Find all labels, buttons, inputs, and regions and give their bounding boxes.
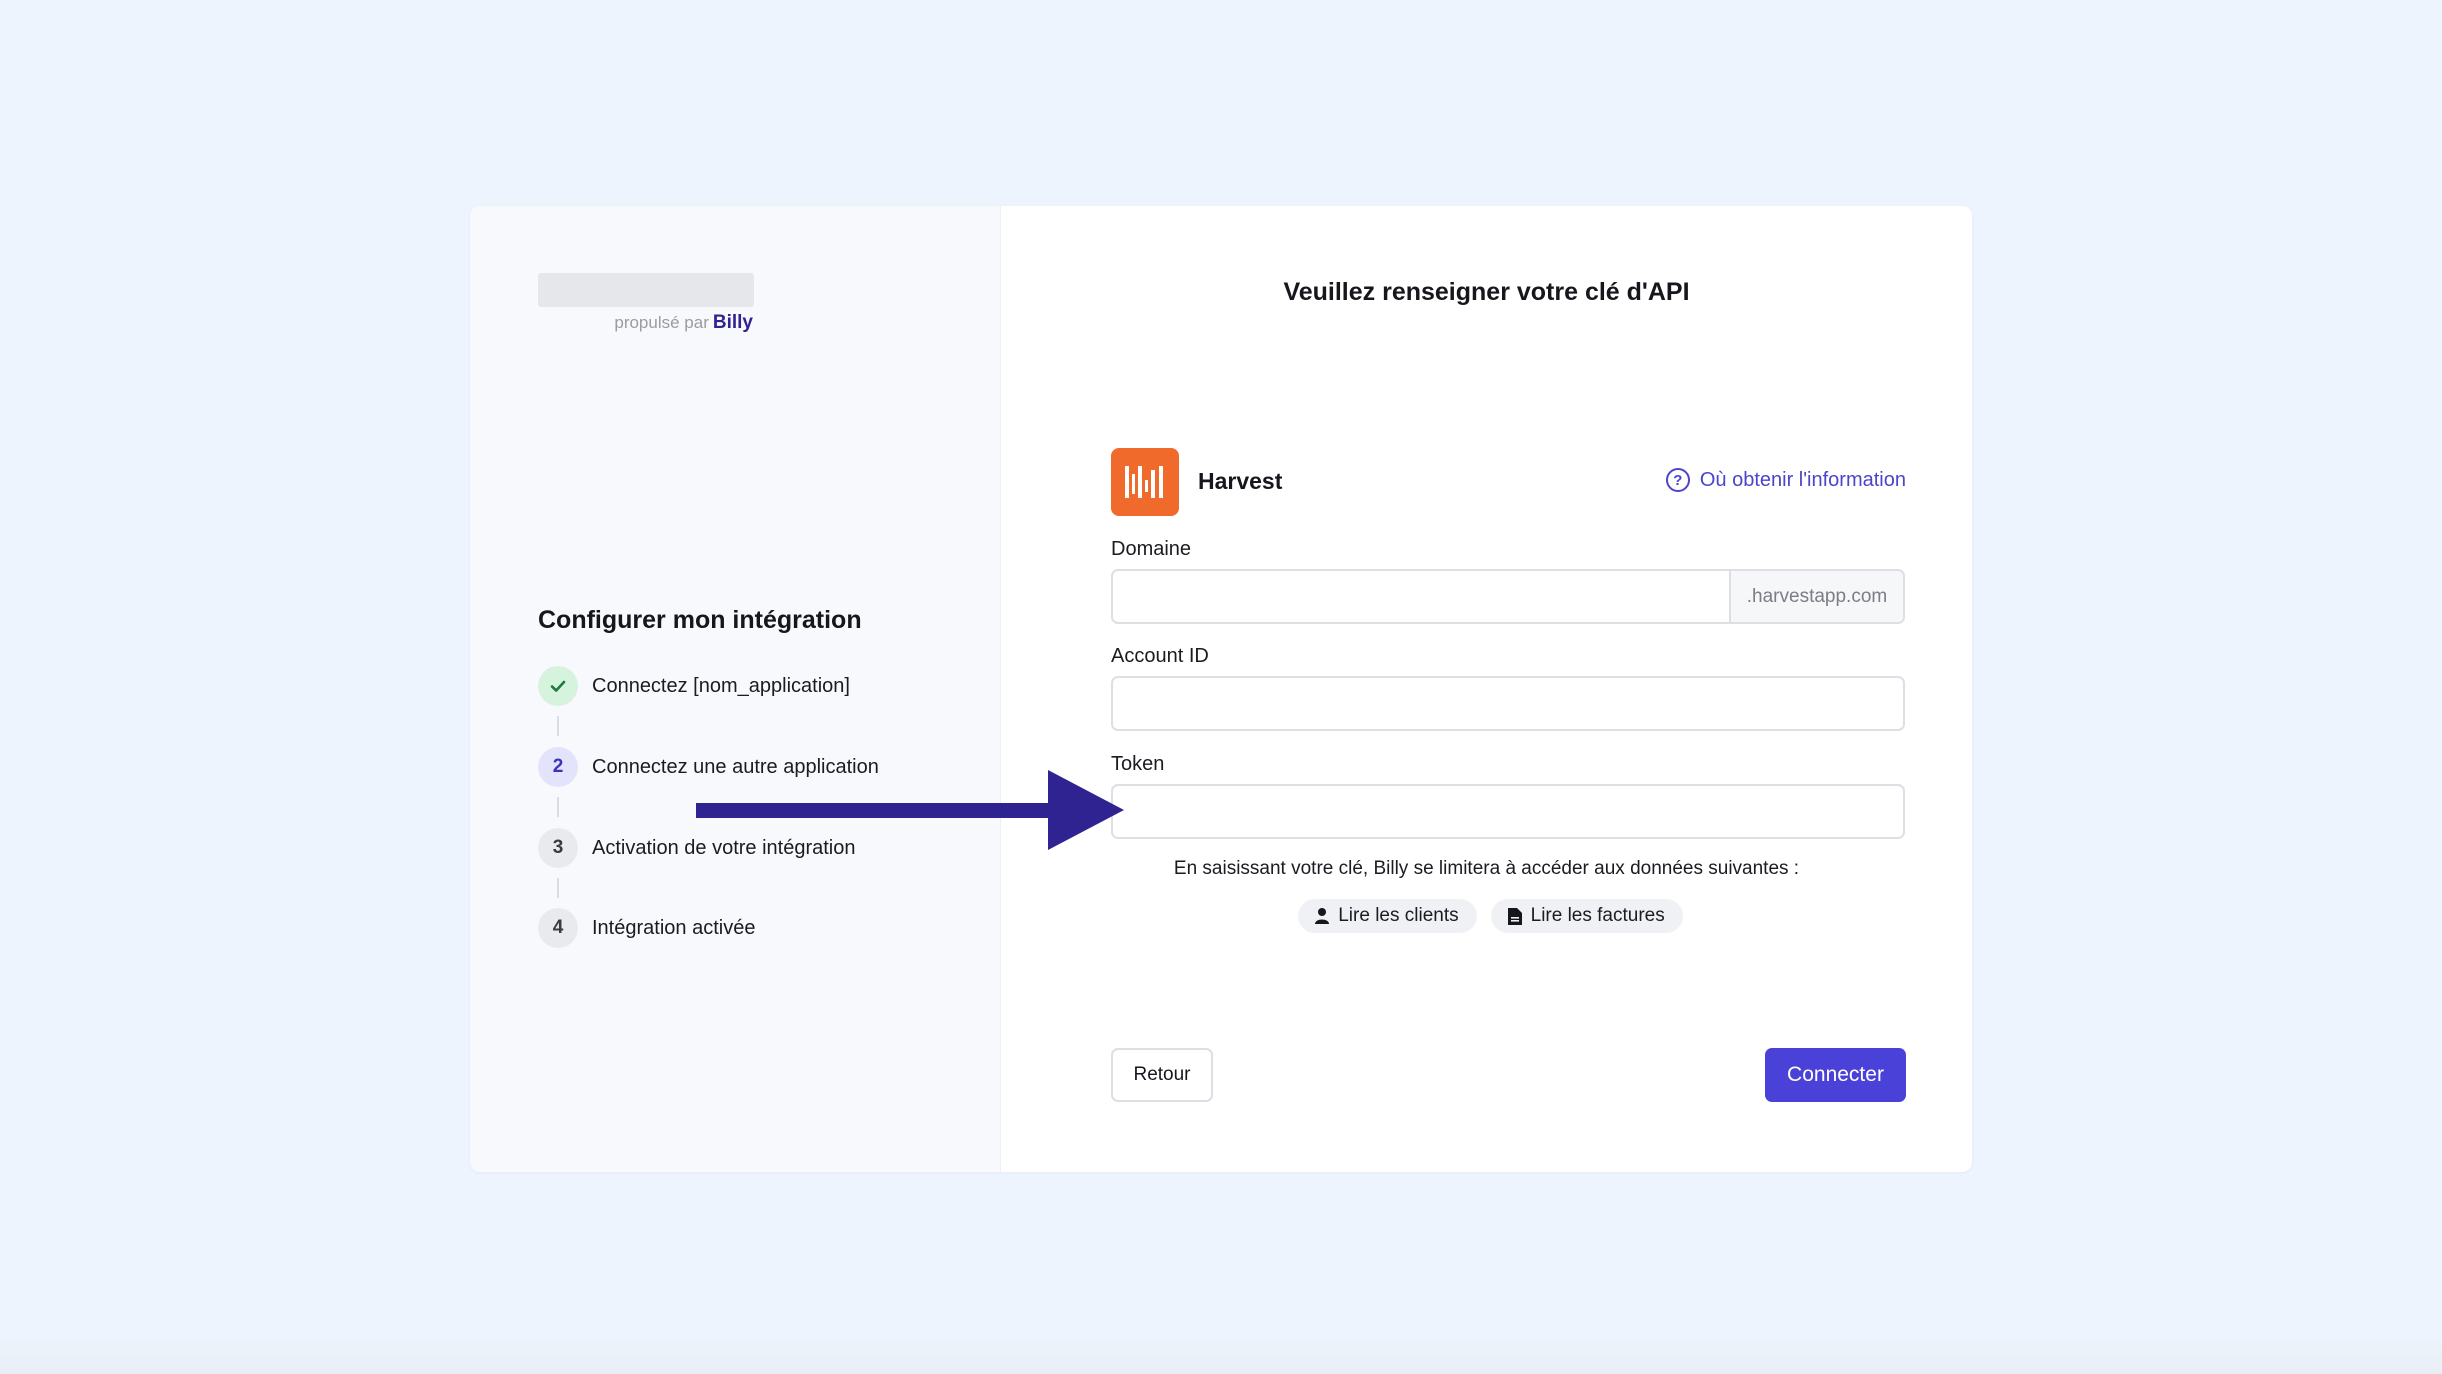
scope-label: Lire les clients (1338, 905, 1459, 926)
integration-card: propulsé par Billy Configurer mon intégra… (470, 206, 1972, 1172)
form-title: Veuillez renseigner votre clé d'API (1283, 278, 1690, 306)
powered-by: propulsé par Billy (614, 312, 753, 334)
steps-title: Configurer mon intégration (538, 606, 862, 634)
domain-suffix: .harvestapp.com (1729, 571, 1903, 622)
step-connector (557, 878, 559, 898)
step-connector (557, 716, 559, 736)
check-icon (538, 666, 578, 706)
step-number: 4 (538, 908, 578, 948)
scope-list: Lire les clients Lire les factures (1001, 899, 1972, 933)
step-4: 4 Intégration activée (538, 908, 755, 948)
scope-chip: Lire les factures (1490, 899, 1683, 933)
bottom-fade (0, 1334, 2442, 1374)
annotation-arrow-icon (696, 770, 1124, 850)
user-icon (1315, 908, 1330, 924)
powered-by-label: propulsé par (614, 313, 709, 332)
page: propulsé par Billy Configurer mon intégra… (0, 0, 2442, 1374)
form-panel: Veuillez renseigner votre clé d'API Harv… (1001, 206, 1972, 1172)
help-link-label: Où obtenir l'information (1699, 468, 1906, 491)
help-link[interactable]: ? Où obtenir l'information (1665, 468, 1906, 492)
steps-panel: propulsé par Billy Configurer mon intégra… (470, 206, 1001, 1172)
harvest-logo-icon (1111, 448, 1179, 516)
step-connector (557, 797, 559, 817)
step-label: Intégration activée (592, 916, 756, 939)
account-id-input[interactable] (1111, 676, 1905, 731)
partner-logo-placeholder (538, 273, 754, 307)
domain-label: Domaine (1111, 538, 1192, 560)
step-number: 3 (538, 828, 578, 868)
scope-chip: Lire les clients (1298, 899, 1477, 933)
step-number: 2 (538, 747, 578, 787)
token-input[interactable] (1111, 784, 1905, 839)
document-icon (1507, 907, 1522, 925)
step-1: Connectez [nom_application] (538, 666, 850, 706)
connect-button[interactable]: Connecter (1765, 1048, 1906, 1102)
scope-description: En saisissant votre clé, Billy se limite… (1173, 858, 1800, 879)
app-name: Harvest (1198, 468, 1283, 494)
domain-field: .harvestapp.com (1111, 569, 1905, 624)
account-id-label: Account ID (1111, 645, 1209, 667)
domain-input[interactable] (1113, 571, 1729, 622)
step-label: Connectez [nom_application] (592, 674, 850, 697)
brand-name: Billy (712, 312, 753, 333)
scope-label: Lire les factures (1530, 905, 1665, 926)
back-button[interactable]: Retour (1111, 1048, 1213, 1102)
question-circle-icon: ? (1665, 468, 1690, 492)
